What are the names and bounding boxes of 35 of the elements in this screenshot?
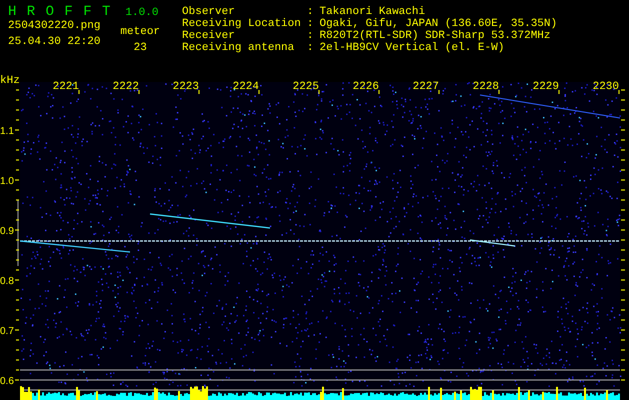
timestamp: 25.04.30 22:20 [8,36,100,48]
time-label: 2223 [172,81,199,93]
time-label: 2228 [472,81,499,93]
info-separator: : [306,30,314,42]
info-value: R820T2(RTL-SDR) SDR-Sharp 53.372MHz [319,30,552,42]
info-value: 2el-HB9CV Vertical (el. E-W) [319,42,506,54]
frequency-label: 0.9 [0,226,14,237]
info-separator: : [306,42,314,54]
file-name: 2504302220.png [8,20,100,32]
time-label: 2230 [592,81,619,93]
info-label: Receiving Location [182,18,301,30]
time-label: 2225 [292,81,319,93]
unit-label: kHz [0,75,20,87]
frequency-label: 0.6 [0,376,14,387]
time-label: 2224 [232,81,259,93]
time-label: 2222 [112,81,139,93]
time-label: 2229 [532,81,559,93]
frequency-label: 0.8 [0,276,14,287]
time-label: 2227 [412,81,439,93]
time-label: 2221 [52,81,79,93]
frequency-label: 1.0 [0,176,14,187]
info-separator: : [306,6,314,18]
meteor-count: 23 [134,42,147,54]
time-label: 2226 [352,81,379,93]
frequency-label: 0.7 [0,326,14,337]
frequency-label: 1.1 [0,126,14,137]
info-label: Observer [182,6,236,18]
version-label: 1.0.0 [125,7,158,19]
count-label: meteor [120,26,160,38]
info-value: Takanori Kawachi [319,6,426,18]
info-value: Ogaki, Gifu, JAPAN (136.60E, 35.35N) [319,18,558,30]
info-label: Receiver [182,30,236,42]
info-separator: : [306,18,314,30]
app-title: H R O F F T [8,4,112,20]
info-label: Receiving antenna [182,42,296,54]
